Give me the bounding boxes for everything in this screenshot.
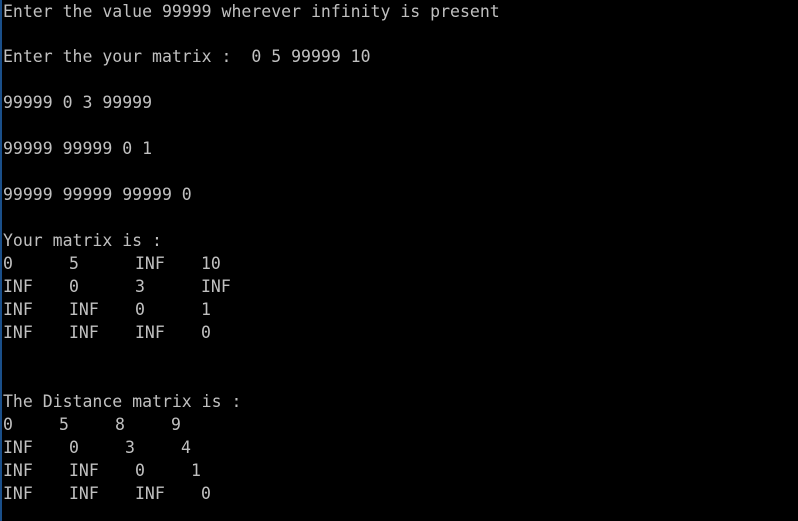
your-matrix-row: 0 5 INF 10	[3, 252, 221, 275]
matrix-cell: 10	[201, 254, 221, 273]
distance-cell: 9	[171, 415, 181, 434]
matrix-cell: INF	[3, 277, 33, 296]
distance-cell: INF	[3, 438, 33, 457]
window-left-edge	[0, 0, 2, 521]
prompt-infinity: Enter the value 99999 wherever infinity …	[3, 2, 500, 21]
distance-cell: INF	[69, 461, 99, 480]
matrix-cell: 0	[3, 254, 13, 273]
matrix-cell: INF	[135, 323, 165, 342]
input-row: 99999 99999 0 1	[3, 139, 153, 158]
distance-cell: 1	[191, 461, 201, 480]
distance-cell: 3	[125, 438, 135, 457]
distance-cell: INF	[3, 461, 33, 480]
matrix-cell: INF	[135, 254, 165, 273]
distance-cell: 4	[181, 438, 191, 457]
distance-cell: INF	[3, 484, 33, 503]
your-matrix-row: INF INF 0 1	[3, 298, 211, 321]
matrix-cell: INF	[201, 277, 231, 296]
distance-cell: 0	[201, 484, 211, 503]
input-row: 99999 99999 99999 0	[3, 185, 192, 204]
matrix-cell: 1	[201, 300, 211, 319]
distance-cell: 5	[59, 415, 69, 434]
matrix-cell: 5	[69, 254, 79, 273]
your-matrix-heading: Your matrix is :	[3, 231, 162, 250]
console-window[interactable]: Enter the value 99999 wherever infinity …	[0, 0, 798, 521]
distance-matrix-row: 0 5 8 9	[3, 413, 181, 436]
input-row: 99999 0 3 99999	[3, 93, 153, 112]
distance-matrix-row: INF 0 3 4	[3, 436, 191, 459]
distance-matrix-row: INF INF INF 0	[3, 482, 211, 505]
matrix-cell: 0	[201, 323, 211, 342]
distance-cell: 0	[3, 415, 13, 434]
distance-cell: 0	[69, 438, 79, 457]
matrix-cell: INF	[3, 323, 33, 342]
matrix-cell: 3	[135, 277, 145, 296]
distance-cell: INF	[69, 484, 99, 503]
matrix-cell: 0	[69, 277, 79, 296]
distance-matrix-heading: The Distance matrix is :	[3, 392, 242, 411]
matrix-input-prompt: Enter the your matrix : 0 5 99999 10	[3, 47, 371, 66]
matrix-cell: INF	[69, 323, 99, 342]
distance-cell: 0	[135, 461, 145, 480]
matrix-cell: 0	[135, 300, 145, 319]
distance-cell: INF	[135, 484, 165, 503]
matrix-cell: INF	[3, 300, 33, 319]
distance-cell: 8	[115, 415, 125, 434]
your-matrix-row: INF INF INF 0	[3, 321, 211, 344]
matrix-cell: INF	[69, 300, 99, 319]
your-matrix-row: INF 0 3 INF	[3, 275, 231, 298]
distance-matrix-row: INF INF 0 1	[3, 459, 201, 482]
